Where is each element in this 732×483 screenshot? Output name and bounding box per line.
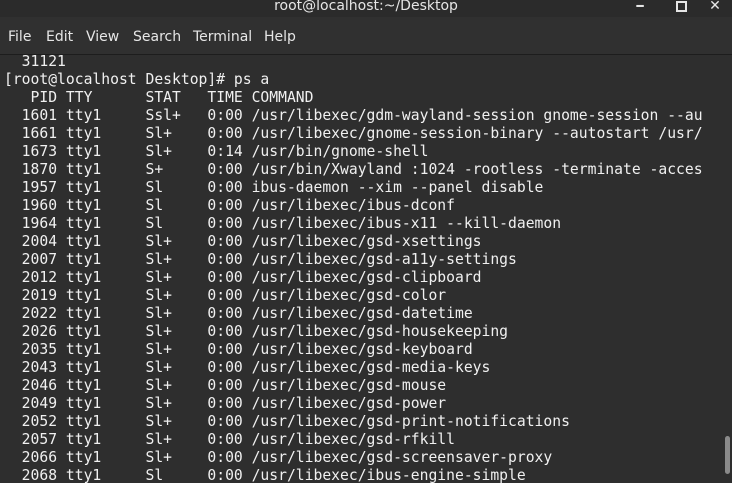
terminal-line: 1661 tty1 Sl+ 0:00 /usr/libexec/gnome-se… (4, 125, 703, 142)
terminal-line: 2066 tty1 Sl+ 0:00 /usr/libexec/gsd-scre… (4, 449, 553, 466)
terminal-line: 2049 tty1 Sl+ 0:00 /usr/libexec/gsd-powe… (4, 395, 447, 412)
terminal-scrollbar[interactable] (722, 55, 732, 483)
terminal-output[interactable]: 31121 [root@localhost Desktop]# ps a PID … (0, 55, 722, 483)
terminal-line: 1960 tty1 Sl 0:00 /usr/libexec/ibus-dcon… (4, 197, 455, 214)
terminal-line: 2052 tty1 Sl+ 0:00 /usr/libexec/gsd-prin… (4, 413, 570, 430)
maximize-icon[interactable] (669, 0, 693, 14)
terminal-line: 1601 tty1 Ssl+ 0:00 /usr/libexec/gdm-way… (4, 107, 703, 124)
menu-edit[interactable]: Edit (46, 28, 73, 46)
menu-search[interactable]: Search (133, 28, 181, 46)
window-titlebar[interactable]: root@localhost:~/Desktop ━ ✕ (0, 0, 732, 17)
window-title: root@localhost:~/Desktop (274, 0, 458, 14)
terminal-line: 31121 (4, 55, 66, 70)
terminal-line: 2035 tty1 Sl+ 0:00 /usr/libexec/gsd-keyb… (4, 341, 473, 358)
terminal-line: 2022 tty1 Sl+ 0:00 /usr/libexec/gsd-date… (4, 305, 473, 322)
terminal-line: 1964 tty1 Sl 0:00 /usr/libexec/ibus-x11 … (4, 215, 562, 232)
terminal-line: [root@localhost Desktop]# ps a (4, 71, 270, 88)
menu-view[interactable]: View (86, 28, 119, 46)
terminal-line: 2004 tty1 Sl+ 0:00 /usr/libexec/gsd-xset… (4, 233, 482, 250)
menu-file[interactable]: File (8, 28, 31, 46)
terminal-line: 1870 tty1 S+ 0:00 /usr/bin/Xwayland :102… (4, 161, 703, 178)
terminal-line: 2046 tty1 Sl+ 0:00 /usr/libexec/gsd-mous… (4, 377, 447, 394)
scrollbar-thumb[interactable] (725, 436, 730, 474)
terminal-line: 2007 tty1 Sl+ 0:00 /usr/libexec/gsd-a11y… (4, 251, 517, 268)
menu-bar: File Edit View Search Terminal Help (0, 17, 732, 55)
terminal-line: 2057 tty1 Sl+ 0:00 /usr/libexec/gsd-rfki… (4, 431, 455, 448)
terminal-line: 2043 tty1 Sl+ 0:00 /usr/libexec/gsd-medi… (4, 359, 491, 376)
terminal-line: 1957 tty1 Sl 0:00 ibus-daemon --xim --pa… (4, 179, 544, 196)
terminal-line: 1673 tty1 Sl+ 0:14 /usr/bin/gnome-shell (4, 143, 429, 160)
terminal-line: 2019 tty1 Sl+ 0:00 /usr/libexec/gsd-colo… (4, 287, 447, 304)
terminal-line: 2012 tty1 Sl+ 0:00 /usr/libexec/gsd-clip… (4, 269, 482, 286)
terminal-line: 2026 tty1 Sl+ 0:00 /usr/libexec/gsd-hous… (4, 323, 509, 340)
minimize-icon[interactable]: ━ (628, 0, 652, 14)
menu-help[interactable]: Help (264, 28, 296, 46)
close-icon[interactable]: ✕ (703, 0, 727, 14)
terminal-line: PID TTY STAT TIME COMMAND (4, 89, 314, 106)
terminal-line: 2068 tty1 Sl 0:00 /usr/libexec/ibus-engi… (4, 467, 526, 483)
menu-terminal[interactable]: Terminal (193, 28, 252, 46)
